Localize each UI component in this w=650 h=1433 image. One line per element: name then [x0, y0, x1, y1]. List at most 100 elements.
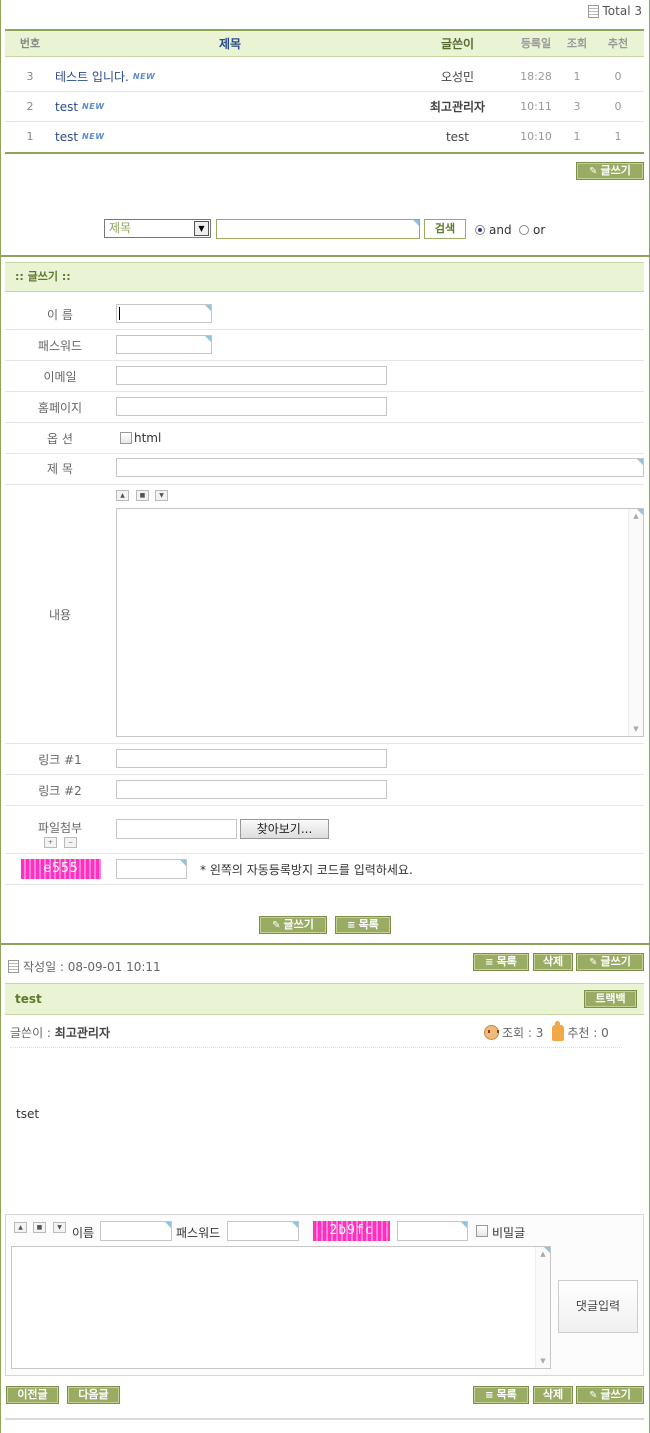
comment-captcha-input[interactable]: [397, 1221, 468, 1241]
name-field[interactable]: [116, 304, 212, 323]
post-content: tset: [16, 1107, 40, 1121]
captcha-input[interactable]: [116, 859, 187, 879]
comment-scrollbar[interactable]: ▲ ▼: [535, 1247, 550, 1368]
list-write-button[interactable]: ✎ 글쓰기: [576, 162, 644, 180]
votes-text: 추천 : 0: [567, 1026, 609, 1040]
row-votes: 0: [614, 100, 622, 113]
scroll-up-icon[interactable]: ▲: [629, 509, 643, 523]
comment-textarea[interactable]: ▲ ▼: [11, 1246, 551, 1369]
captcha-note: * 왼쪽의 자동등록방지 코드를 입력하세요.: [200, 863, 413, 877]
bottom-delete-button[interactable]: 삭제: [533, 1386, 573, 1404]
link1-field[interactable]: [116, 749, 387, 768]
search-input[interactable]: [216, 219, 420, 239]
col-no: 번호: [19, 37, 41, 50]
scroll-down-icon[interactable]: ▼: [629, 722, 643, 736]
file-path-field[interactable]: [116, 819, 237, 839]
list-bottom-border: [5, 152, 644, 154]
row-title-link[interactable]: test NEW: [55, 92, 105, 122]
row-no: 1: [26, 130, 34, 143]
row-title-link[interactable]: test NEW: [55, 122, 105, 152]
col-hits: 조회: [566, 37, 588, 50]
prev-post-button[interactable]: 이전글: [6, 1386, 59, 1404]
row-no: 3: [26, 70, 34, 83]
bottom-list-button[interactable]: ≡ 목록: [473, 1386, 529, 1404]
grow-up-icon[interactable]: ▲: [116, 490, 129, 501]
comment-password-label: 패스워드: [176, 1226, 221, 1240]
remove-file-icon[interactable]: −: [64, 837, 77, 848]
secret-checkbox[interactable]: [476, 1225, 488, 1237]
row-title[interactable]: test: [55, 130, 78, 144]
scroll-down-icon[interactable]: ▼: [536, 1354, 550, 1368]
view-list-button[interactable]: ≡ 목록: [473, 953, 529, 971]
post-writer: 글쓴이 : 최고관리자: [10, 1026, 110, 1040]
link2-field[interactable]: [116, 780, 387, 799]
total-label: Total 3: [602, 4, 642, 18]
email-field[interactable]: [116, 366, 387, 385]
row-writer[interactable]: test: [405, 122, 510, 152]
row-hits: 1: [573, 130, 581, 143]
row-divider: [5, 743, 644, 744]
submit-write-button[interactable]: ✎ 글쓰기: [259, 916, 327, 934]
table-row: 1 test NEW test 10:10 1 1: [5, 122, 644, 152]
browse-button[interactable]: 찾아보기...: [240, 819, 329, 839]
scroll-up-icon[interactable]: ▲: [536, 1247, 550, 1261]
row-title[interactable]: 테스트 입니다.: [55, 70, 129, 84]
pencil-icon: ✎: [589, 957, 598, 968]
comment-name-field[interactable]: [100, 1221, 172, 1241]
section-divider: [0, 255, 650, 257]
row-divider: [5, 805, 644, 806]
col-title: 제목: [218, 37, 242, 51]
post-date: 작성일 : 08-09-01 10:11: [8, 958, 161, 975]
search-field-select[interactable]: 제목 ▼: [104, 219, 211, 238]
content-textarea[interactable]: ▲ ▼: [116, 508, 644, 737]
search-button[interactable]: 검색: [424, 219, 466, 239]
col-writer: 글쓴이: [440, 37, 475, 51]
homepage-field[interactable]: [116, 397, 387, 416]
comment-submit-button[interactable]: 댓글입력: [558, 1280, 638, 1333]
name-label: 이 름: [47, 308, 73, 322]
new-icon: NEW: [132, 72, 156, 81]
comment-captcha-image: 2b9fc: [313, 1221, 390, 1241]
add-file-icon[interactable]: +: [44, 837, 57, 848]
option-label: 옵 션: [47, 432, 73, 446]
col-votes: 추천: [607, 37, 629, 50]
html-checkbox[interactable]: [120, 432, 132, 444]
row-title-link[interactable]: 테스트 입니다. NEW: [55, 62, 155, 92]
row-writer[interactable]: 최고관리자: [405, 92, 510, 122]
row-date: 10:10: [520, 130, 552, 143]
password-field[interactable]: [116, 335, 212, 354]
writer-name[interactable]: 최고관리자: [55, 1026, 110, 1040]
post-stats: 조회 : 3 추천 : 0: [484, 1020, 609, 1041]
and-radio[interactable]: [475, 225, 485, 235]
comment-name-label: 이름: [72, 1226, 95, 1240]
view-delete-button[interactable]: 삭제: [533, 953, 573, 971]
section-divider: [0, 943, 650, 945]
row-divider: [5, 360, 644, 361]
next-post-button[interactable]: 다음글: [67, 1386, 120, 1404]
reset-size-icon[interactable]: ■: [33, 1222, 46, 1233]
view-write-button[interactable]: ✎ 글쓰기: [576, 953, 644, 971]
chevron-down-icon[interactable]: ▼: [194, 221, 209, 236]
bottom-write-button[interactable]: ✎ 글쓰기: [576, 1386, 644, 1404]
bottom-divider: [5, 1418, 644, 1420]
row-writer[interactable]: 오성민: [405, 62, 510, 92]
row-divider: [5, 484, 644, 485]
new-icon: NEW: [82, 102, 105, 111]
grow-up-icon[interactable]: ▲: [14, 1222, 27, 1233]
form-list-button[interactable]: ≡ 목록: [335, 916, 391, 934]
secret-label: 비밀글: [492, 1226, 526, 1240]
trackback-button[interactable]: 트랙백: [584, 990, 637, 1008]
content-scrollbar[interactable]: ▲ ▼: [628, 509, 643, 736]
link1-label: 링크 #1: [38, 753, 82, 767]
link2-label: 링크 #2: [38, 784, 82, 798]
row-title[interactable]: test: [55, 100, 78, 114]
or-radio[interactable]: [519, 225, 529, 235]
reset-size-icon[interactable]: ■: [136, 490, 149, 501]
smile-icon: [484, 1025, 499, 1040]
grow-down-icon[interactable]: ▼: [53, 1222, 66, 1233]
grow-down-icon[interactable]: ▼: [155, 490, 168, 501]
comment-password-field[interactable]: [227, 1221, 299, 1241]
list-icon: ≡: [347, 920, 356, 931]
subject-field[interactable]: [116, 458, 644, 477]
post-title-bar: test 트랙백: [5, 983, 644, 1015]
